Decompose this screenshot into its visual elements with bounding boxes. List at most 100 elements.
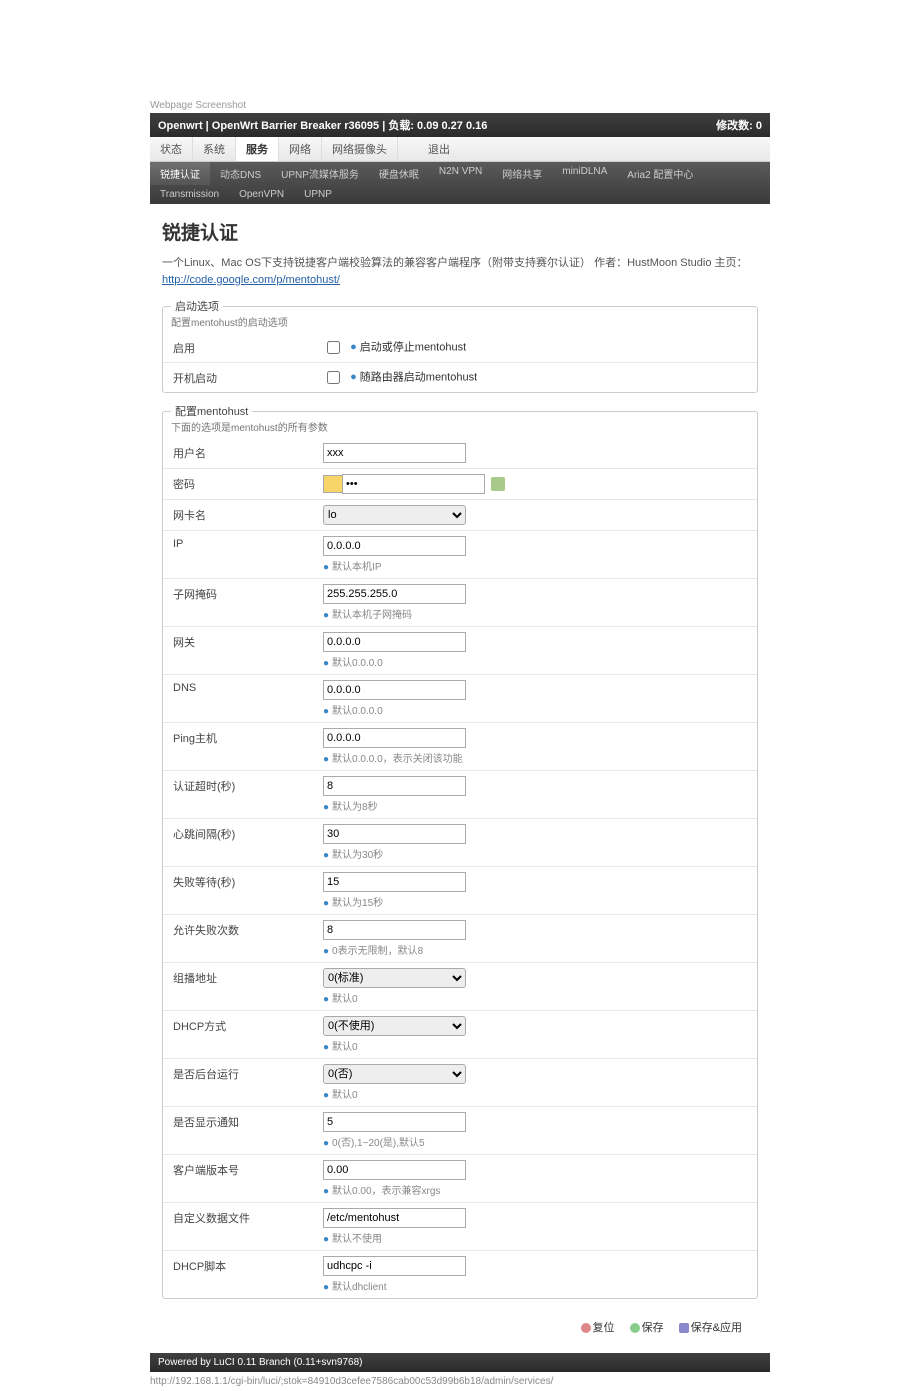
field-hint: 启动或停止mentohust	[360, 341, 466, 353]
field-label: IP	[173, 536, 323, 550]
info-icon: ●	[350, 341, 357, 353]
url-display: http://192.168.1.1/cgi-bin/luci/;stok=84…	[150, 1376, 770, 1387]
text-input[interactable]	[323, 1160, 466, 1180]
startup-legend: 启动选项	[171, 298, 223, 314]
page-title: 锐捷认证	[162, 218, 758, 245]
text-input[interactable]	[323, 1208, 466, 1228]
sub-tab-9[interactable]: OpenVPN	[229, 185, 294, 204]
sub-tab-1[interactable]: 动态DNS	[210, 162, 271, 185]
info-icon: ●	[323, 1234, 329, 1245]
config-row: 客户端版本号●默认0.00，表示兼容xrgs	[163, 1154, 757, 1202]
field-label: 认证超时(秒)	[173, 776, 323, 794]
field-label: 失败等待(秒)	[173, 872, 323, 890]
text-input[interactable]	[323, 776, 466, 796]
field-hint: ●默认0	[323, 1086, 747, 1101]
select-input[interactable]: 0(否)	[323, 1064, 466, 1084]
text-input[interactable]	[323, 1112, 466, 1132]
sub-tab-0[interactable]: 锐捷认证	[150, 162, 210, 185]
text-input[interactable]	[323, 632, 466, 652]
select-input[interactable]: 0(不使用)	[323, 1016, 466, 1036]
reset-button[interactable]: 复位	[577, 1317, 619, 1337]
info-icon: ●	[323, 1042, 329, 1053]
field-label: 是否后台运行	[173, 1064, 323, 1082]
field-label: 启用	[173, 338, 323, 356]
main-tab-1[interactable]: 系统	[193, 137, 236, 161]
main-tab-0[interactable]: 状态	[150, 137, 193, 161]
changes-count[interactable]: 修改数: 0	[716, 117, 762, 133]
config-row: 是否显示通知●0(否),1~20(是),默认5	[163, 1106, 757, 1154]
config-subdesc: 下面的选项是mentohust的所有参数	[163, 419, 757, 438]
sub-tab-2[interactable]: UPNP流媒体服务	[271, 162, 369, 185]
config-row: 密码	[163, 468, 757, 499]
sub-tab-4[interactable]: N2N VPN	[429, 162, 492, 185]
startup-row: 启用 ● 启动或停止mentohust	[163, 333, 757, 362]
field-label: 心跳间隔(秒)	[173, 824, 323, 842]
config-row: 认证超时(秒)●默认为8秒	[163, 770, 757, 818]
footer: Powered by LuCI 0.11 Branch (0.11+svn976…	[150, 1353, 770, 1372]
config-row: Ping主机●默认0.0.0.0，表示关闭该功能	[163, 722, 757, 770]
config-row: 子网掩码●默认本机子网掩码	[163, 578, 757, 626]
field-label: Ping主机	[173, 728, 323, 746]
sub-tab-8[interactable]: Transmission	[150, 185, 229, 204]
field-hint: ●默认不使用	[323, 1230, 747, 1245]
info-icon: ●	[323, 898, 329, 909]
info-icon: ●	[323, 562, 329, 573]
sub-tab-10[interactable]: UPNP	[294, 185, 342, 204]
config-row: DNS●默认0.0.0.0	[163, 674, 757, 722]
main-tab-2[interactable]: 服务	[236, 137, 279, 161]
config-legend: 配置mentohust	[171, 403, 252, 419]
field-label: 允许失败次数	[173, 920, 323, 938]
text-input[interactable]	[323, 872, 466, 892]
field-hint: ●默认本机子网掩码	[323, 606, 747, 621]
startup-subdesc: 配置mentohust的启动选项	[163, 314, 757, 333]
field-hint: ●默认为15秒	[323, 894, 747, 909]
field-label: 是否显示通知	[173, 1112, 323, 1130]
field-hint: ●默认为8秒	[323, 798, 747, 813]
text-input[interactable]	[323, 728, 466, 748]
text-input[interactable]	[323, 680, 466, 700]
select-input[interactable]: 0(标准)	[323, 968, 466, 988]
sub-tab-5[interactable]: 网络共享	[492, 162, 552, 185]
text-input[interactable]	[323, 1256, 466, 1276]
field-hint: ●默认0.0.0.0	[323, 702, 747, 717]
field-hint: ●默认0	[323, 990, 747, 1005]
field-hint: 随路由器启动mentohust	[360, 371, 477, 383]
password-input[interactable]	[342, 474, 485, 494]
config-row: 用户名	[163, 438, 757, 468]
text-input[interactable]	[323, 920, 466, 940]
button-row: 复位 保存 保存&应用	[162, 1309, 758, 1345]
field-hint: ●默认0.0.0.0	[323, 654, 747, 669]
info-icon: ●	[323, 994, 329, 1005]
text-input[interactable]	[323, 824, 466, 844]
field-label: 用户名	[173, 443, 323, 461]
sub-tabs: 锐捷认证动态DNSUPNP流媒体服务硬盘休眠N2N VPN网络共享miniDLN…	[150, 162, 770, 204]
field-label: 自定义数据文件	[173, 1208, 323, 1226]
reveal-icon[interactable]	[491, 477, 505, 491]
config-row: 组播地址0(标准) ●默认0	[163, 962, 757, 1010]
config-row: DHCP方式0(不使用)●默认0	[163, 1010, 757, 1058]
field-label: 组播地址	[173, 968, 323, 986]
main-tab-4[interactable]: 网络摄像头	[322, 137, 398, 161]
key-icon	[323, 475, 343, 493]
header-title: Openwrt | OpenWrt Barrier Breaker r36095…	[158, 117, 487, 133]
save-button[interactable]: 保存	[626, 1317, 668, 1337]
sub-tab-6[interactable]: miniDLNA	[552, 162, 617, 185]
config-row: 网卡名lo	[163, 499, 757, 530]
text-input[interactable]	[323, 536, 466, 556]
text-input[interactable]	[323, 584, 466, 604]
field-hint: ●默认0.00，表示兼容xrgs	[323, 1182, 747, 1197]
select-input[interactable]: lo	[323, 505, 466, 525]
text-input[interactable]	[323, 443, 466, 463]
checkbox-input[interactable]	[327, 371, 340, 384]
save-apply-button[interactable]: 保存&应用	[675, 1317, 746, 1337]
main-tab-3[interactable]: 网络	[279, 137, 322, 161]
checkbox-input[interactable]	[327, 341, 340, 354]
sub-tab-3[interactable]: 硬盘休眠	[369, 162, 429, 185]
sub-tab-7[interactable]: Aria2 配置中心	[617, 162, 703, 185]
field-hint: ●0表示无限制，默认8	[323, 942, 747, 957]
logout-tab[interactable]: 退出	[418, 137, 460, 161]
config-row: 是否后台运行0(否) ●默认0	[163, 1058, 757, 1106]
project-link[interactable]: http://code.google.com/p/mentohust/	[162, 274, 340, 286]
field-label: 开机启动	[173, 368, 323, 386]
field-hint: ●默认本机IP	[323, 558, 747, 573]
